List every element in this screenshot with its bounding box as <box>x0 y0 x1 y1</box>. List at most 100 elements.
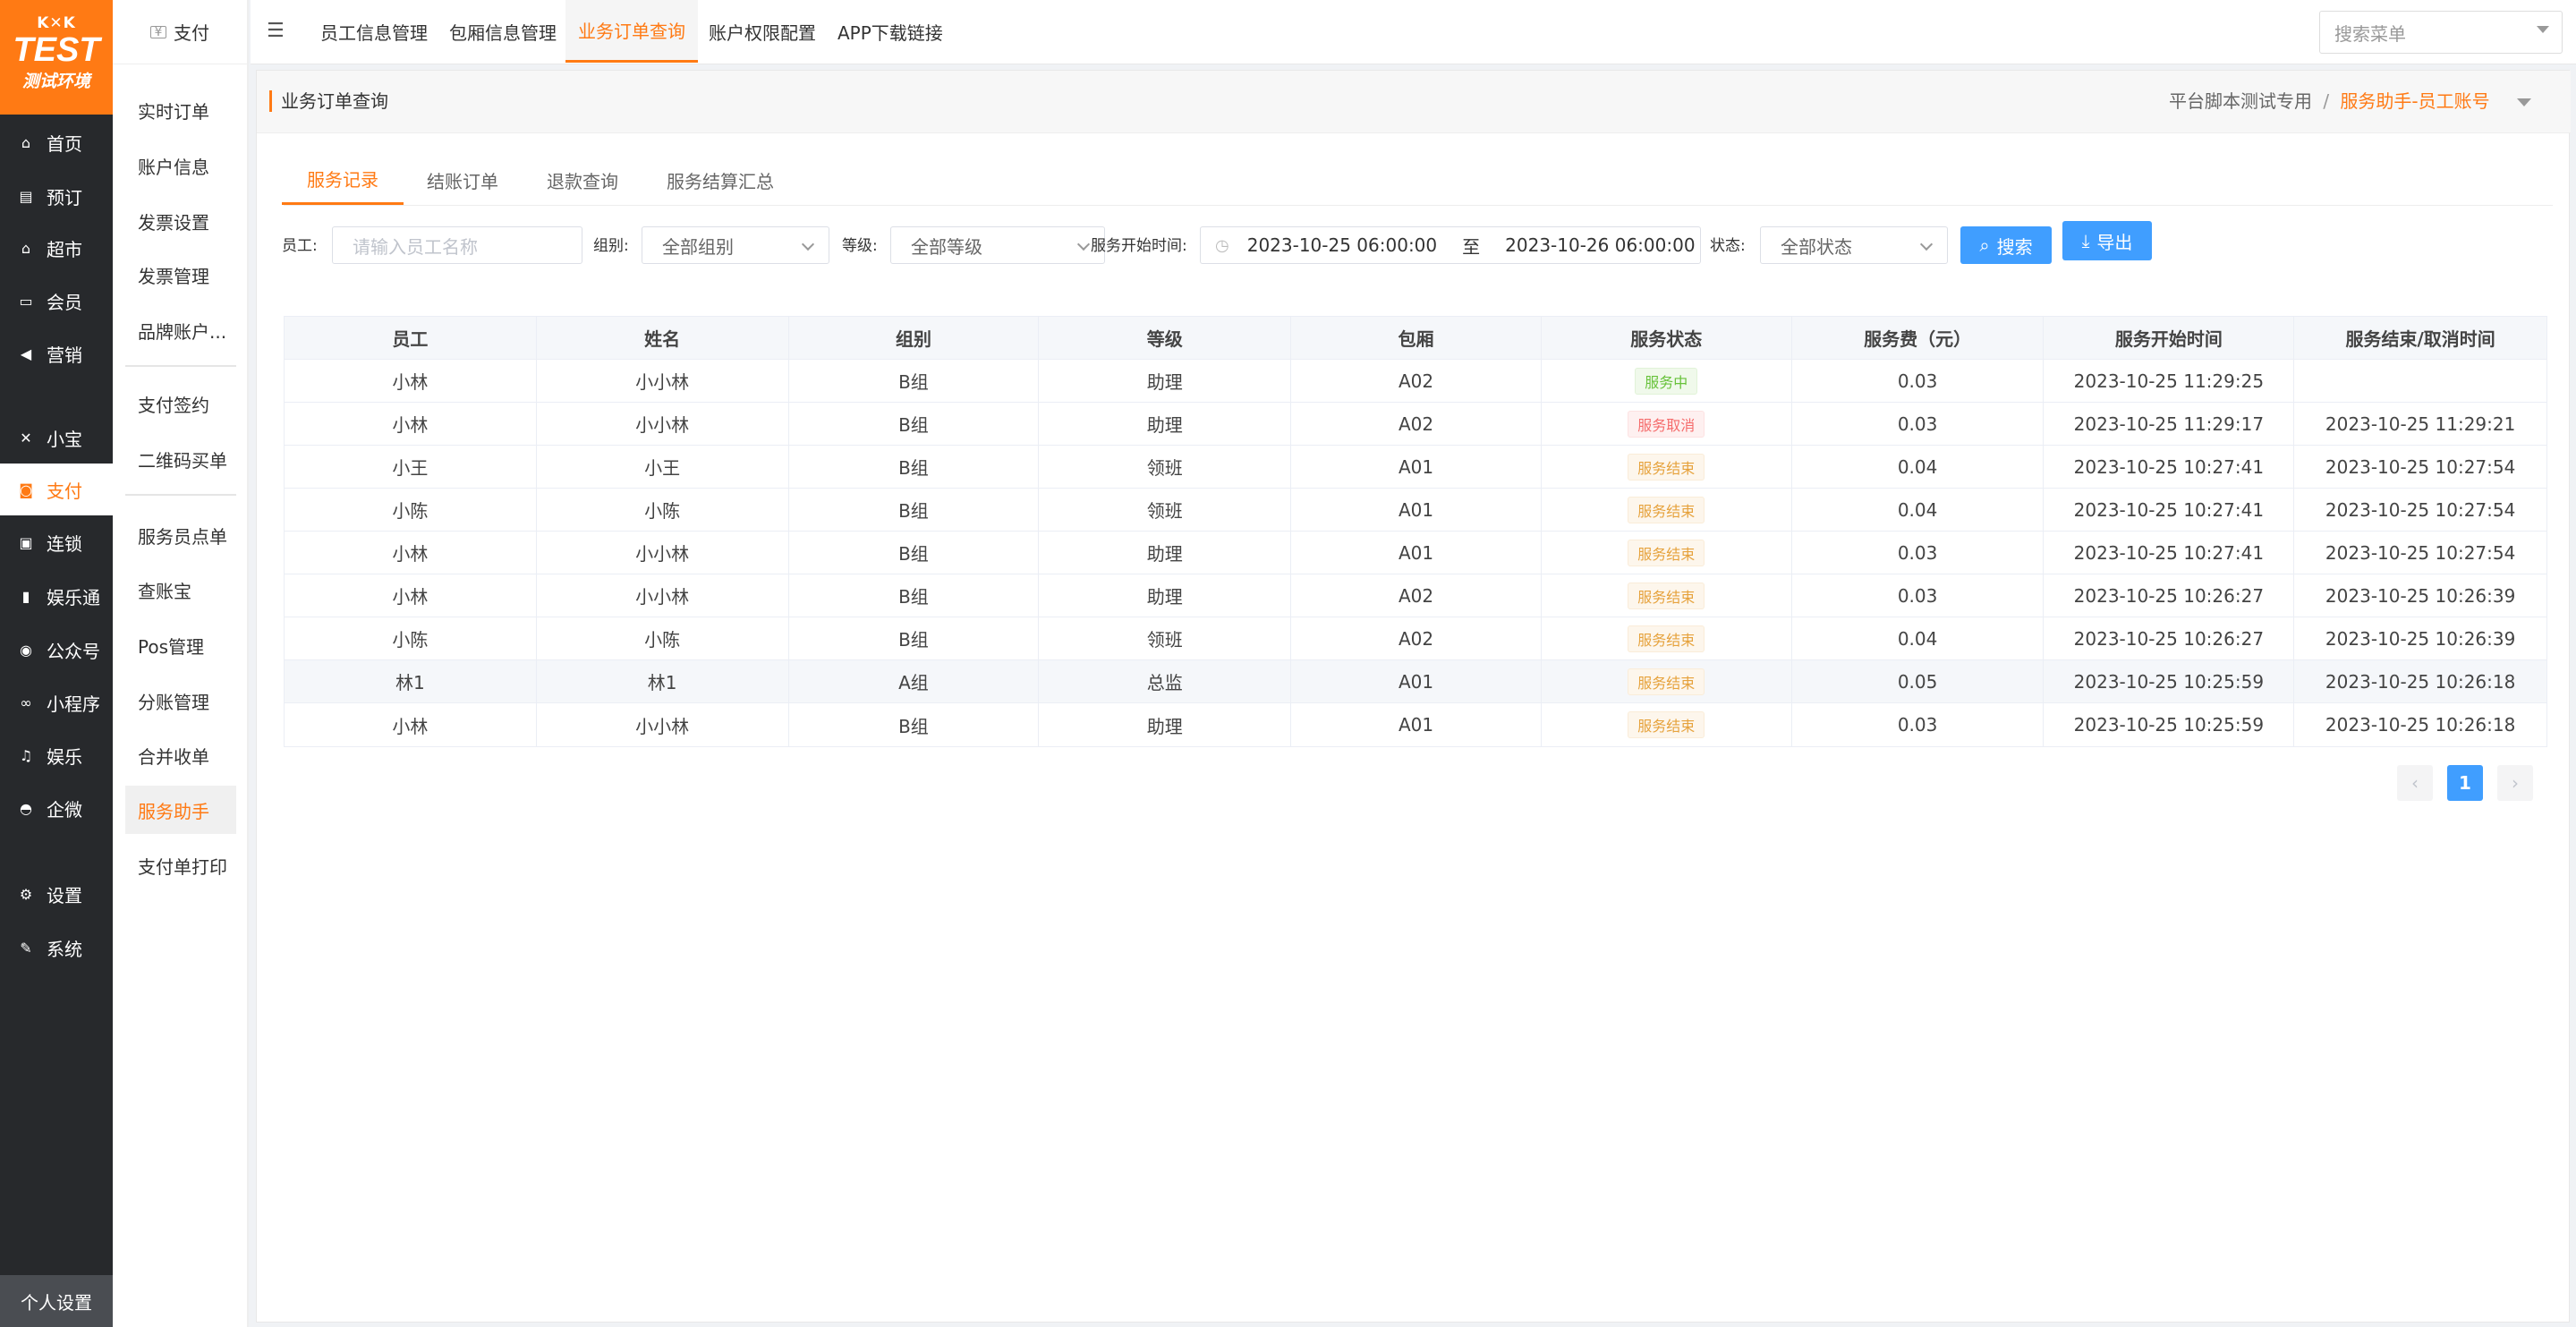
chevron-down-icon[interactable] <box>2517 98 2531 106</box>
page-number-button[interactable]: 1 <box>2447 765 2483 801</box>
left-nav-item[interactable]: ◓ 企微 <box>0 782 113 834</box>
table-row[interactable]: 小陈 小陈 B组 领班 A01 服务结束 0.04 2023-10-25 10:27:41 20… <box>285 489 2546 532</box>
sub-nav-item[interactable]: 发票管理 <box>125 251 236 299</box>
sub-nav-item[interactable]: 账户信息 <box>125 141 236 190</box>
search-button[interactable]: ⌕ 搜索 <box>1960 226 2052 264</box>
table-cell: 服务结束 <box>1542 446 1792 488</box>
prev-page-button[interactable]: ‹ <box>2397 765 2433 801</box>
table-cell: 0.03 <box>1792 360 2045 402</box>
export-button[interactable]: ⤓ 导出 <box>2062 221 2152 260</box>
level-label: 等级: <box>842 237 878 255</box>
sub-sidebar-header: ¥ 支付 <box>113 0 247 64</box>
breadcrumb[interactable]: 平台脚本测试专用 / 服务助手-员工账号 <box>2169 90 2531 112</box>
status-badge: 服务中 <box>1635 367 1698 395</box>
top-tab[interactable]: 业务订单查询 <box>565 0 698 63</box>
search-button-label: 搜索 <box>1996 235 2033 258</box>
left-nav-item[interactable]: ∞ 小程序 <box>0 676 113 728</box>
menu-search-select[interactable]: 搜索菜单 <box>2319 11 2563 54</box>
table-row[interactable]: 小陈 小陈 B组 领班 A02 服务结束 0.04 2023-10-25 10:26:27 20… <box>285 617 2546 660</box>
left-nav-item[interactable]: ▣ 连锁 <box>0 516 113 568</box>
crumb-separator: / <box>2323 90 2330 112</box>
table-row[interactable]: 小林 小小林 B组 助理 A02 服务中 0.03 2023-10-25 11:29:25 <box>285 360 2546 403</box>
sub-nav-item[interactable]: 支付单打印 <box>125 841 236 889</box>
sub-nav-item[interactable]: 二维码买单 <box>125 435 236 483</box>
left-nav-item[interactable]: ✎ 系统 <box>0 922 113 974</box>
left-nav-item[interactable]: ▤ 预订 <box>0 170 113 222</box>
left-nav-item[interactable]: ✕ 小宝 <box>0 412 113 464</box>
left-nav-item[interactable]: ▮ 娱乐通 <box>0 570 113 622</box>
table-row[interactable]: 小林 小小林 B组 助理 A01 服务结束 0.03 2023-10-25 10:25:59 2… <box>285 703 2546 746</box>
left-nav-item[interactable]: ◀ 营销 <box>0 327 113 379</box>
table-cell: B组 <box>789 574 1040 617</box>
table-cell: A01 <box>1291 446 1542 488</box>
top-tab[interactable]: 员工信息管理 <box>308 0 440 63</box>
sub-nav-item[interactable]: Pos管理 <box>125 621 236 669</box>
table-cell: 2023-10-25 10:27:54 <box>2325 455 2516 478</box>
table-row[interactable]: 小林 小小林 B组 助理 A01 服务结束 0.03 2023-10-25 10:27:41 2… <box>285 532 2546 574</box>
column-header: 等级 <box>1039 317 1292 359</box>
sub-nav-item[interactable]: 品牌账户... <box>125 306 236 354</box>
table-cell: 0.03 <box>1792 574 2045 617</box>
column-header: 服务结束/取消时间 <box>2345 328 2495 350</box>
table-cell: A01 <box>1291 660 1542 702</box>
left-nav-label: 公众号 <box>47 640 100 662</box>
top-tab[interactable]: APP下载链接 <box>825 0 956 63</box>
left-nav-item[interactable]: ▭ 会员 <box>0 275 113 327</box>
left-nav-item[interactable]: ◉ 公众号 <box>0 624 113 676</box>
sub-nav-item[interactable]: 发票设置 <box>125 197 236 245</box>
left-nav-item[interactable]: ⌂ 超市 <box>0 222 113 274</box>
chain-store-icon: ▣ <box>19 533 33 551</box>
employee-input[interactable]: 请输入员工名称 <box>332 226 582 264</box>
table-cell: 服务取消 <box>1542 403 1792 445</box>
status-select-value: 全部状态 <box>1781 235 1852 258</box>
left-nav-item[interactable]: ⌂ 首页 <box>0 116 113 168</box>
table-row[interactable]: 小王 小王 B组 领班 A01 服务结束 0.04 2023-10-25 10:27:41 20… <box>285 446 2546 489</box>
table-cell: 小林 <box>285 403 537 445</box>
sub-nav-item[interactable]: 实时订单 <box>125 86 236 134</box>
left-nav-label: 娱乐 <box>47 745 82 768</box>
table-cell: 2023-10-25 10:27:41 <box>2044 532 2295 574</box>
left-nav-item[interactable]: ⚙ 设置 <box>0 868 113 920</box>
top-tab[interactable]: 包厢信息管理 <box>437 0 569 63</box>
left-nav-item[interactable]: ♫ 娱乐 <box>0 729 113 781</box>
brand-logo[interactable]: K✕K TEST 测试环境 <box>0 0 113 115</box>
table-row[interactable]: 小林 小小林 B组 助理 A02 服务取消 0.03 2023-10-25 11:29:17 2… <box>285 403 2546 446</box>
next-page-button[interactable]: › <box>2497 765 2533 801</box>
content-tab[interactable]: 服务结算汇总 <box>642 155 799 205</box>
column-header: 组别 <box>789 317 1040 359</box>
clock-icon: ◷ <box>1215 235 1229 255</box>
sub-nav-item[interactable]: 服务员点单 <box>125 511 236 559</box>
megaphone-icon: ◀ <box>20 345 32 362</box>
content-tab[interactable]: 退款查询 <box>522 155 643 205</box>
table-cell: 2023-10-25 10:26:18 <box>2325 714 2516 736</box>
status-label: 状态: <box>1710 237 1746 255</box>
sub-nav-item[interactable]: 合并收单 <box>125 731 236 779</box>
sub-nav-item[interactable]: 分账管理 <box>125 676 236 725</box>
sub-nav-item[interactable]: 支付签约 <box>125 379 236 428</box>
wrench-icon: ✎ <box>20 939 32 957</box>
sub-nav-item[interactable]: 服务助手 <box>125 786 236 834</box>
service-records-table: 员工 姓名 组别 等级 包厢 服务状态 服务费（元） 服务开始时间 服务结束/取消时间 小林 小小林… <box>284 316 2547 747</box>
top-tab[interactable]: 账户权限配置 <box>696 0 829 63</box>
status-select[interactable]: 全部状态 <box>1760 226 1948 264</box>
date-range-picker[interactable]: ◷ 2023-10-25 06:00:00 至 2023-10-26 06:00… <box>1200 226 1701 264</box>
table-cell: A01 <box>1291 532 1542 574</box>
content-tab[interactable]: 服务记录 <box>282 155 404 205</box>
table-cell: 总监 <box>1039 660 1292 702</box>
table-cell: A组 <box>789 660 1040 702</box>
left-nav-item[interactable]: ◙ 支付 <box>0 464 113 515</box>
status-badge: 服务结束 <box>1628 496 1705 523</box>
content-tab[interactable]: 结账订单 <box>402 155 523 205</box>
personal-settings-button[interactable]: 个人设置 <box>0 1275 113 1327</box>
level-select[interactable]: 全部等级 <box>890 226 1105 264</box>
content-panel: 业务订单查询 平台脚本测试专用 / 服务助手-员工账号 服务记录 结账订单 退款查询… <box>256 70 2571 1323</box>
sub-nav-item[interactable]: 查账宝 <box>125 566 236 614</box>
chevron-down-icon <box>801 237 815 251</box>
table-row[interactable]: 小林 小小林 B组 助理 A02 服务结束 0.03 2023-10-25 10:26:27 2… <box>285 574 2546 617</box>
group-select[interactable]: 全部组别 <box>642 226 829 264</box>
left-nav-label: 设置 <box>47 884 82 906</box>
menu-toggle-icon[interactable]: ☰ <box>267 20 288 42</box>
table-cell: 助理 <box>1039 703 1292 746</box>
table-cell: A01 <box>1291 703 1542 746</box>
table-row[interactable]: 林1 林1 A组 总监 A01 服务结束 0.05 2023-10-25 10:25:59 20… <box>285 660 2546 703</box>
